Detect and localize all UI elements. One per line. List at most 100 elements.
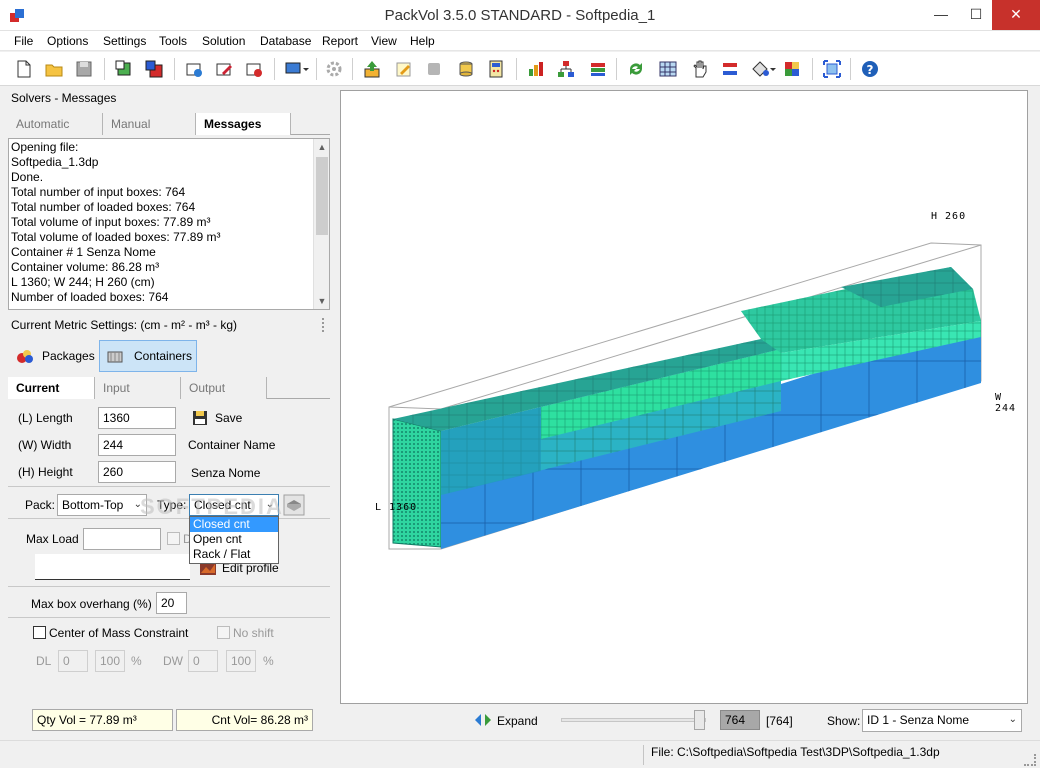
type-option-rack[interactable]: Rack / Flat xyxy=(190,547,278,562)
toolbar-separator xyxy=(274,58,275,80)
database-icon[interactable] xyxy=(456,59,476,79)
toolbar-separator xyxy=(104,58,105,80)
resize-grip-icon[interactable] xyxy=(1024,754,1036,766)
save-disk-icon[interactable] xyxy=(74,59,94,79)
dw-input[interactable]: 0 xyxy=(188,650,218,672)
pack-select[interactable]: Bottom-Top ⌄ xyxy=(57,494,147,516)
no-shift-label: No shift xyxy=(233,626,274,640)
divider xyxy=(8,486,330,487)
stack-chart-icon[interactable] xyxy=(526,59,546,79)
messages-box[interactable]: Opening file: Softpedia_1.3dp Done. Tota… xyxy=(8,138,330,310)
no-shift-checkbox[interactable] xyxy=(217,626,230,639)
scroll-thumb[interactable] xyxy=(316,157,328,235)
menu-report[interactable]: Report xyxy=(322,34,358,48)
divider xyxy=(8,518,330,519)
help-icon[interactable]: ? xyxy=(860,59,880,79)
container-delete-icon[interactable] xyxy=(244,59,264,79)
tab-automatic[interactable]: Automatic xyxy=(8,113,103,135)
container-3d-render[interactable] xyxy=(341,91,1029,705)
type-dropdown-list[interactable]: Closed cnt Open cnt Rack / Flat xyxy=(189,516,279,564)
settings-gear-icon[interactable] xyxy=(324,59,344,79)
expand-icon[interactable] xyxy=(474,713,492,727)
fit-view-icon[interactable] xyxy=(822,59,842,79)
container-name-value[interactable]: Senza Nome xyxy=(191,466,260,480)
d-checkbox[interactable] xyxy=(167,532,180,545)
menu-file[interactable]: File xyxy=(14,34,33,48)
maximize-button[interactable]: ☐ xyxy=(960,0,992,30)
pallet-dropdown-icon[interactable] xyxy=(284,59,310,79)
save-label[interactable]: Save xyxy=(215,411,242,425)
refresh-icon[interactable] xyxy=(626,59,646,79)
slider-thumb[interactable] xyxy=(694,710,705,730)
grid-view-icon[interactable] xyxy=(658,59,678,79)
new-file-icon[interactable] xyxy=(14,59,34,79)
up-arrow-box-icon[interactable] xyxy=(362,59,382,79)
cargo-front-face xyxy=(392,418,442,548)
tab-manual[interactable]: Manual xyxy=(103,113,196,135)
menu-tools[interactable]: Tools xyxy=(159,34,187,48)
tab-output[interactable]: Output xyxy=(181,377,267,399)
grey-box-icon[interactable] xyxy=(424,59,444,79)
type-option-open[interactable]: Open cnt xyxy=(190,532,278,547)
calculator-icon[interactable] xyxy=(486,59,506,79)
max-load-input[interactable] xyxy=(83,528,161,550)
tab-input[interactable]: Input xyxy=(95,377,181,399)
menu-settings[interactable]: Settings xyxy=(103,34,146,48)
tab-current[interactable]: Current xyxy=(8,377,95,399)
splitter-grip-icon[interactable] xyxy=(322,318,326,332)
height-input[interactable]: 260 xyxy=(98,461,176,483)
pack-label: Pack: xyxy=(25,498,56,512)
container-shape-icon[interactable] xyxy=(283,494,305,516)
minimize-button[interactable]: — xyxy=(925,0,957,30)
packages-button[interactable]: Packages xyxy=(10,340,96,372)
menu-help[interactable]: Help xyxy=(410,34,435,48)
type-label: Type: xyxy=(157,498,187,512)
dw-percent-label: % xyxy=(263,654,274,668)
color-palette-icon[interactable] xyxy=(782,59,802,79)
scroll-up-icon[interactable]: ▲ xyxy=(314,139,329,155)
chevron-down-icon: ⌄ xyxy=(1008,714,1017,725)
container-edit-icon[interactable] xyxy=(214,59,234,79)
type-select-value: Closed cnt xyxy=(194,498,251,512)
type-select[interactable]: Closed cnt ⌄ xyxy=(189,494,279,516)
view-bottom-bar: Expand 764 [764] Show: ID 1 - Senza Nome… xyxy=(340,706,1040,736)
network-icon[interactable] xyxy=(556,59,576,79)
tab-messages[interactable]: Messages xyxy=(196,113,291,135)
paint-dropdown-icon[interactable] xyxy=(750,59,776,79)
center-mass-checkbox[interactable] xyxy=(33,626,46,639)
qty-vol-box: Qty Vol = 77.89 m³ xyxy=(32,709,173,731)
width-input[interactable]: 244 xyxy=(98,434,176,456)
delete-package-icon[interactable] xyxy=(144,59,164,79)
add-package-icon[interactable] xyxy=(114,59,134,79)
menu-database[interactable]: Database xyxy=(260,34,311,48)
scroll-down-icon[interactable]: ▼ xyxy=(314,293,329,309)
menu-view[interactable]: View xyxy=(371,34,397,48)
hand-pan-icon[interactable] xyxy=(690,59,710,79)
length-input[interactable]: 1360 xyxy=(98,407,176,429)
open-folder-icon[interactable] xyxy=(44,59,64,79)
edit-pencil-icon[interactable] xyxy=(394,59,414,79)
height-axis-label: H 260 xyxy=(931,211,967,222)
layers-icon[interactable] xyxy=(588,59,608,79)
save-disk-icon[interactable] xyxy=(192,410,208,426)
slider-track[interactable] xyxy=(561,718,706,722)
menu-options[interactable]: Options xyxy=(47,34,88,48)
message-line: Softpedia_1.3dp xyxy=(11,155,99,169)
overhang-input[interactable]: 20 xyxy=(156,592,187,614)
dw-pct-input[interactable]: 100 xyxy=(226,650,256,672)
message-line: Done. xyxy=(11,170,44,184)
close-button[interactable]: ✕ xyxy=(992,0,1040,30)
dl-input[interactable]: 0 xyxy=(58,650,88,672)
type-option-closed[interactable]: Closed cnt xyxy=(190,517,278,532)
containers-button[interactable]: Containers xyxy=(99,340,197,372)
expand-label[interactable]: Expand xyxy=(497,714,538,728)
sort-icon[interactable] xyxy=(720,59,740,79)
container-add-icon[interactable] xyxy=(184,59,204,79)
dl-pct-input[interactable]: 100 xyxy=(95,650,125,672)
menu-solution[interactable]: Solution xyxy=(202,34,245,48)
messages-scrollbar[interactable]: ▲ ▼ xyxy=(313,139,329,309)
show-select[interactable]: ID 1 - Senza Nome ⌄ xyxy=(862,709,1022,732)
length-axis-label: L 1360 xyxy=(375,502,418,513)
message-line: Total volume of input boxes: 77.89 m³ xyxy=(11,215,211,229)
3d-view[interactable]: H 260 W 244 L 1360 xyxy=(340,90,1028,704)
